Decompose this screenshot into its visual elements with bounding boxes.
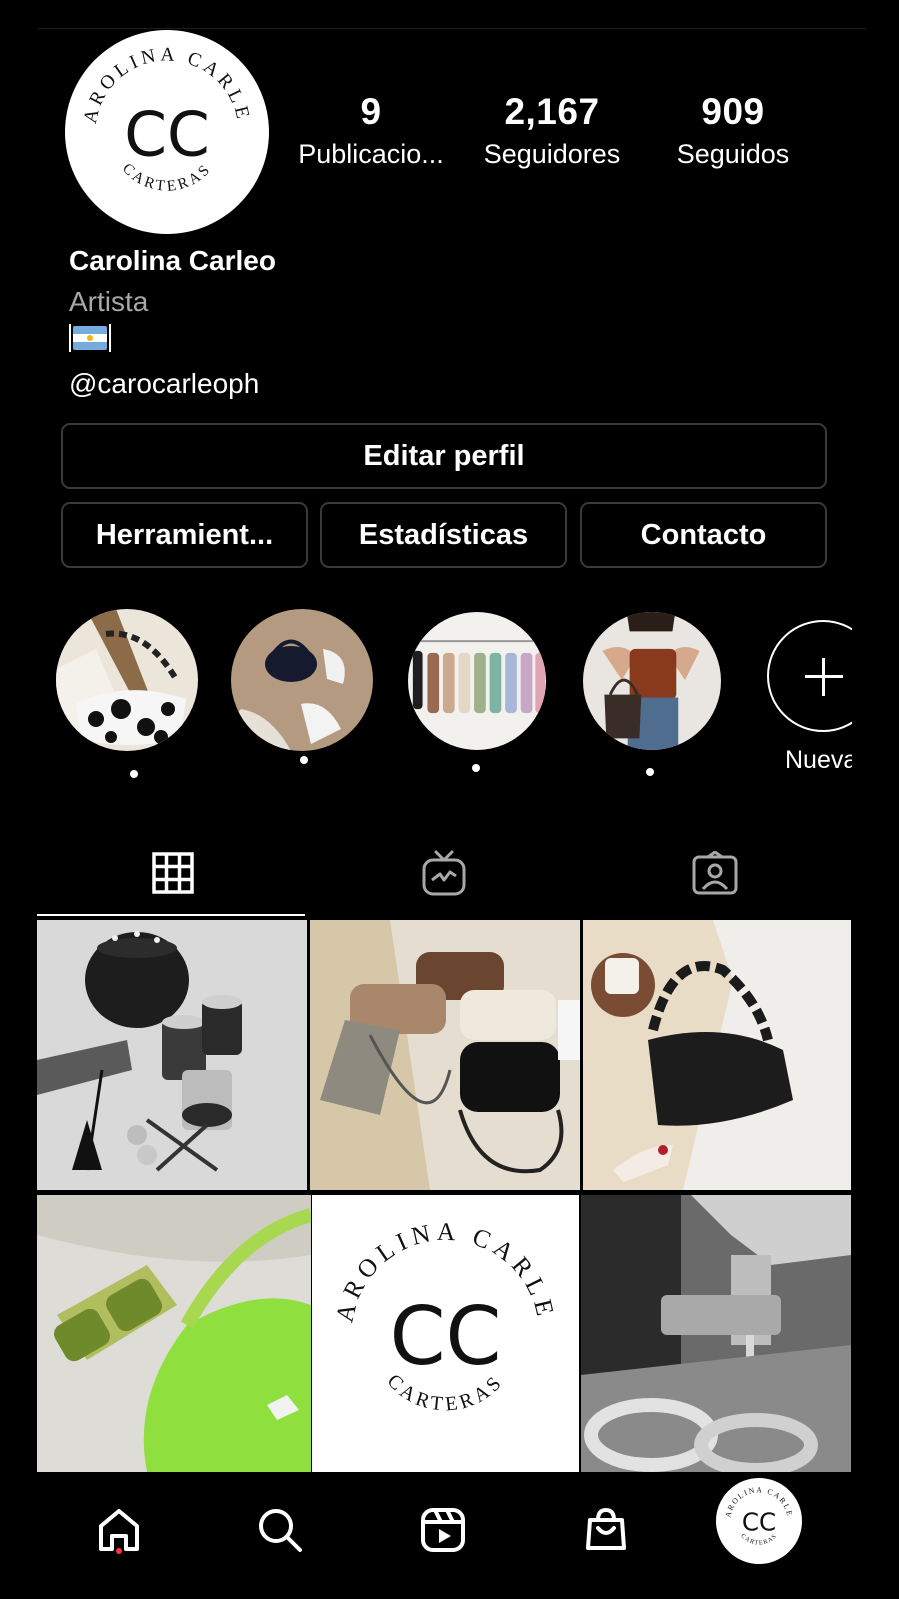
following-label: Seguidos bbox=[676, 139, 790, 169]
model-with-bag-image bbox=[583, 612, 721, 750]
shop-icon bbox=[586, 1507, 626, 1550]
tools-button[interactable]: Herramient... bbox=[61, 502, 308, 568]
highlight-2-indicator bbox=[300, 756, 308, 764]
brand-logo: CAROLINA CARLEO CC CARTERAS bbox=[65, 30, 250, 195]
home-notification-dot bbox=[116, 1548, 122, 1554]
tab-grid[interactable] bbox=[37, 830, 308, 916]
active-tab-indicator bbox=[37, 914, 305, 916]
highlight-4[interactable] bbox=[583, 612, 721, 750]
argentina-flag-icon bbox=[69, 324, 111, 352]
green-bag-sunglasses-image bbox=[37, 1195, 311, 1472]
stat-followers[interactable]: 2,167 Seguidores bbox=[462, 88, 642, 172]
top-divider bbox=[37, 28, 867, 29]
sewing-machine-image bbox=[581, 1195, 851, 1472]
sand-bag-sneakers-image bbox=[231, 609, 373, 751]
logo-initials: CC bbox=[124, 99, 209, 170]
post-1[interactable] bbox=[37, 920, 307, 1190]
posts-count: 9 bbox=[360, 91, 382, 132]
contact-button[interactable]: Contacto bbox=[580, 502, 827, 568]
stat-posts[interactable]: 9 Publicacio... bbox=[281, 88, 461, 172]
insights-button[interactable]: Estadísticas bbox=[320, 502, 567, 568]
highlight-3[interactable] bbox=[408, 612, 546, 750]
posts-grid: CAROLINA CARLEO CC CARTERAS bbox=[37, 920, 851, 1472]
profile-mention-link[interactable]: @carocarleoph bbox=[69, 363, 276, 404]
nav-profile-avatar[interactable]: CAROLINA CARLEO CC CARTERAS bbox=[716, 1478, 802, 1564]
nav-home[interactable] bbox=[84, 1495, 154, 1565]
cow-print-bag-image bbox=[56, 609, 198, 751]
post-3[interactable] bbox=[583, 920, 851, 1190]
post-5[interactable]: CAROLINA CARLEO CC CARTERAS bbox=[312, 1195, 579, 1472]
nav-search[interactable] bbox=[245, 1495, 315, 1565]
profile-avatar[interactable]: CAROLINA CARLEO CC CARTERAS bbox=[65, 30, 269, 234]
post-logo-initials: CC bbox=[390, 1290, 502, 1383]
tab-tagged[interactable] bbox=[579, 830, 850, 916]
brand-logo-post-image: CAROLINA CARLEO CC CARTERAS bbox=[312, 1195, 555, 1416]
post-6[interactable] bbox=[581, 1195, 851, 1472]
bags-on-rack-image bbox=[408, 612, 546, 750]
profile-avatar-icon: CAROLINA CARLEO CC CARTERAS bbox=[718, 1480, 793, 1547]
grid-icon bbox=[151, 852, 194, 894]
edit-profile-button[interactable]: Editar perfil bbox=[61, 423, 827, 489]
highlight-1[interactable] bbox=[56, 609, 198, 751]
profile-stats: 9 Publicacio... 2,167 Seguidores 909 Seg… bbox=[290, 88, 820, 188]
tab-igtv[interactable] bbox=[308, 830, 579, 916]
bottom-navigation: CAROLINA CARLEO CC CARTERAS bbox=[0, 1475, 899, 1599]
profile-tabs bbox=[37, 830, 851, 916]
post-2[interactable] bbox=[310, 920, 580, 1190]
sewing-supplies-image bbox=[37, 920, 307, 1190]
nav-reels[interactable] bbox=[408, 1495, 478, 1565]
new-highlight-label: Nueva bbox=[785, 746, 858, 774]
highlight-1-indicator bbox=[130, 770, 138, 778]
highlight-2[interactable] bbox=[231, 609, 373, 751]
profile-bio: Carolina Carleo Artista @carocarleoph bbox=[69, 240, 276, 404]
bio-line bbox=[69, 322, 276, 363]
nav-logo-initials: CC bbox=[742, 1507, 776, 1536]
posts-label: Publicacio... bbox=[298, 139, 444, 169]
search-icon bbox=[259, 1509, 302, 1552]
tagged-icon bbox=[692, 851, 737, 895]
igtv-icon bbox=[422, 850, 465, 896]
followers-label: Seguidores bbox=[483, 139, 621, 169]
highlight-4-indicator bbox=[646, 768, 654, 776]
home-icon bbox=[99, 1509, 139, 1551]
profile-name: Carolina Carleo bbox=[69, 245, 276, 276]
stat-following[interactable]: 909 Seguidos bbox=[643, 88, 823, 172]
post-4[interactable] bbox=[37, 1195, 311, 1472]
highlight-3-indicator bbox=[472, 764, 480, 772]
following-count: 909 bbox=[701, 91, 765, 132]
profile-category: Artista bbox=[69, 286, 149, 317]
reels-icon bbox=[421, 1508, 465, 1552]
assorted-bags-image bbox=[310, 920, 580, 1190]
black-baguette-bag-image bbox=[583, 920, 851, 1190]
followers-count: 2,167 bbox=[504, 91, 600, 132]
nav-shop[interactable] bbox=[571, 1495, 641, 1565]
